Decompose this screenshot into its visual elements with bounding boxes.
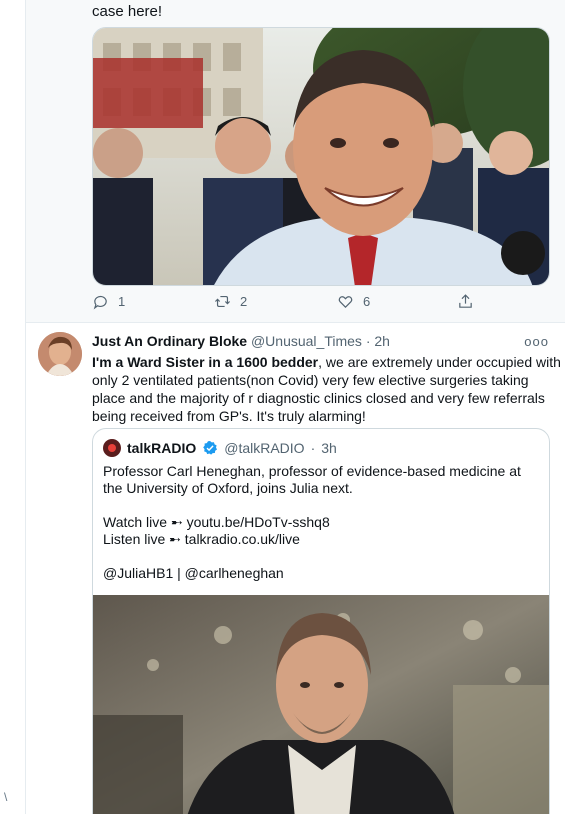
reply-count: 1	[118, 294, 126, 309]
retweet-icon	[214, 295, 231, 308]
portrait-photo	[93, 595, 549, 814]
timeline-feed: case here! 1 2 6 Just An Ordinary Bloke …	[26, 0, 571, 814]
tweet-image[interactable]	[92, 27, 550, 286]
heart-icon	[338, 296, 353, 309]
quoted-paragraph: Professor Carl Heneghan, professor of ev…	[103, 463, 521, 496]
quoted-display-name: talkRADIO	[127, 440, 197, 456]
tweet-reply[interactable]: Just An Ordinary Bloke @Unusual_Times · …	[26, 324, 565, 814]
left-sidebar-edge: \	[0, 0, 26, 814]
retweet-count: 2	[240, 294, 248, 309]
tweet-text: case here!	[92, 3, 163, 20]
retweet-button[interactable]: 2	[214, 293, 247, 310]
verified-badge-icon	[203, 441, 218, 455]
separator-dot: ·	[365, 333, 371, 349]
tweet-body: I'm a Ward Sister in a 1600 bedder, we a…	[92, 353, 562, 425]
more-options-icon[interactable]: ooo	[524, 334, 549, 349]
mentions-line: @JuliaHB1 | @carlheneghan	[103, 565, 284, 581]
tweet-header: Just An Ordinary Bloke @Unusual_Times · …	[92, 332, 390, 350]
street-photo	[93, 28, 549, 285]
watch-live-line: Watch live ➸ youtu.be/HDoTv-sshq8	[103, 514, 330, 530]
reply-button[interactable]: 1	[92, 293, 125, 310]
talkradio-logo-icon	[103, 439, 121, 457]
tweet-top[interactable]: case here! 1 2 6	[26, 0, 565, 323]
share-button[interactable]	[457, 293, 474, 310]
quoted-tweet[interactable]: talkRADIO @talkRADIO · 3h Professor Carl…	[92, 428, 550, 814]
reply-icon	[93, 295, 107, 310]
gutter-mark: \	[4, 790, 8, 804]
share-icon	[459, 294, 472, 308]
listen-live-line: Listen live ➸ talkradio.co.uk/live	[103, 531, 300, 547]
quoted-handle: @talkRADIO	[224, 440, 305, 456]
avatar[interactable]	[38, 332, 82, 376]
avatar-image	[38, 332, 82, 376]
quoted-tweet-text: Professor Carl Heneghan, professor of ev…	[103, 463, 543, 582]
quoted-tweet-image[interactable]	[93, 595, 549, 814]
like-button[interactable]: 6	[337, 293, 370, 310]
tweet-actions: 1 2 6	[92, 293, 492, 315]
user-handle[interactable]: @Unusual_Times	[251, 333, 362, 349]
like-count: 6	[363, 294, 371, 309]
quoted-time: 3h	[321, 440, 337, 456]
quoted-separator-dot: ·	[310, 440, 316, 456]
display-name[interactable]: Just An Ordinary Bloke	[92, 333, 247, 349]
quoted-tweet-header: talkRADIO @talkRADIO · 3h	[103, 439, 337, 457]
tweet-body-bold: I'm a Ward Sister in a 1600 bedder	[92, 354, 319, 370]
tweet-time[interactable]: 2h	[374, 333, 390, 349]
